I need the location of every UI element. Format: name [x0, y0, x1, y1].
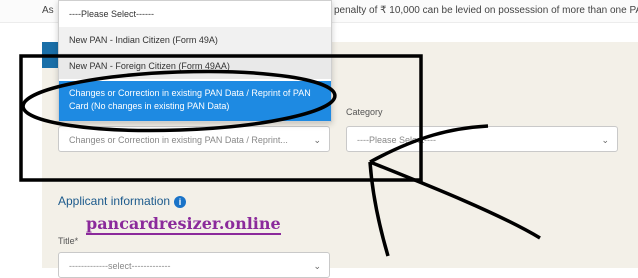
- dropdown-option-new-pan-indian[interactable]: New PAN - Indian Citizen (Form 49A): [59, 27, 331, 53]
- dropdown-option-new-pan-foreign[interactable]: New PAN - Foreign Citizen (Form 49AA): [59, 53, 331, 79]
- title-label: Title*: [58, 236, 79, 246]
- category-label: Category: [346, 107, 383, 117]
- application-type-value: Changes or Correction in existing PAN Da…: [69, 135, 288, 145]
- watermark-text: pancardresizer.online: [86, 214, 281, 235]
- application-type-dropdown[interactable]: ----Please Select------ New PAN - Indian…: [58, 0, 332, 122]
- chevron-down-icon: ⌄: [601, 135, 609, 145]
- dropdown-option-placeholder[interactable]: ----Please Select------: [59, 1, 331, 27]
- title-select-value: -------------select-------------: [69, 261, 171, 271]
- dropdown-option-changes-correction[interactable]: Changes or Correction in existing PAN Da…: [59, 81, 331, 121]
- chevron-down-icon: ⌄: [313, 261, 321, 271]
- category-select[interactable]: ----Please Select---- ⌄: [346, 126, 618, 152]
- applicant-info-title: Applicant information: [58, 194, 171, 208]
- application-type-select[interactable]: Changes or Correction in existing PAN Da…: [58, 126, 330, 152]
- info-icon[interactable]: i: [174, 196, 187, 208]
- title-select[interactable]: -------------select------------- ⌄: [58, 252, 330, 278]
- applicant-info-heading: Applicant information i: [58, 194, 187, 208]
- notice-text-left: As: [42, 5, 54, 16]
- form-tab-marker: [42, 42, 58, 68]
- category-value: ----Please Select----: [357, 135, 437, 145]
- notice-text-right: penalty of ₹ 10,000 can be levied on pos…: [334, 5, 638, 16]
- chevron-down-icon: ⌄: [313, 135, 321, 145]
